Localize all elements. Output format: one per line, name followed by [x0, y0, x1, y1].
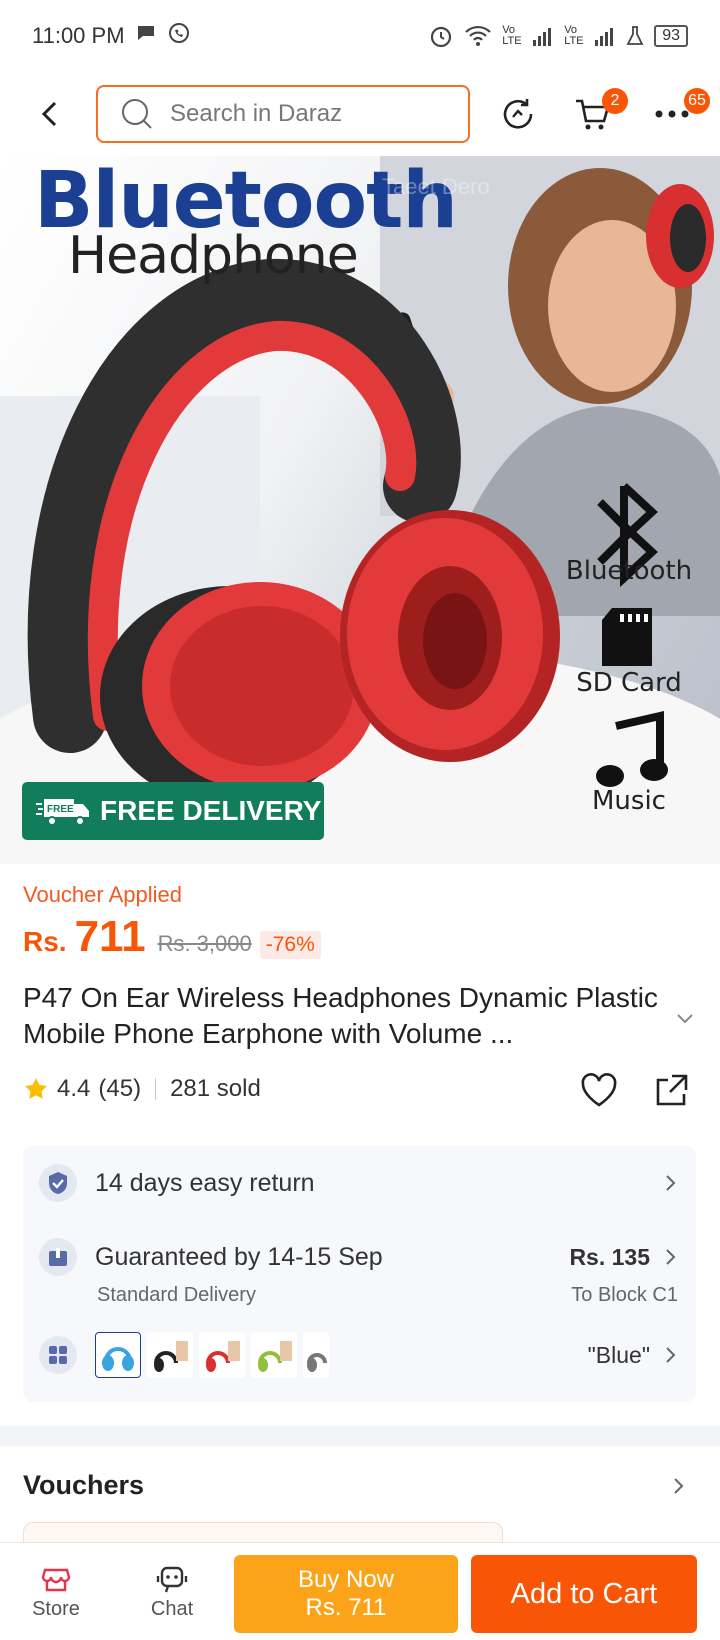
flask-icon	[626, 25, 644, 47]
bottom-action-bar: Store Chat Buy Now Rs. 711 Add to Cart	[0, 1542, 720, 1640]
free-delivery-badge: FREE FREE DELIVERY	[22, 782, 324, 840]
variant-thumb-black[interactable]	[147, 1332, 193, 1378]
status-bar: 11:00 PM Vo LTE Vo LTE 93	[0, 0, 720, 72]
wifi-icon	[464, 24, 492, 48]
back-arrow-icon	[41, 101, 57, 127]
chat-label: Chat	[150, 1597, 194, 1620]
section-divider	[0, 1426, 720, 1446]
chevron-right-icon	[666, 1249, 676, 1265]
variant-thumbnails	[95, 1332, 329, 1378]
search-icon	[122, 99, 152, 129]
return-policy-row[interactable]: 14 days easy return	[23, 1164, 696, 1202]
hero-watermark: Taeet Dero	[382, 174, 490, 199]
discount-badge: -76%	[259, 931, 321, 959]
divider	[155, 1078, 157, 1100]
voucher-card[interactable]	[23, 1522, 503, 1542]
variant-thumb-grey[interactable]	[303, 1332, 329, 1378]
cart-button[interactable]: 2	[568, 88, 628, 138]
more-dots-icon	[655, 110, 689, 118]
store-button[interactable]: Store	[16, 1543, 96, 1640]
alarm-icon	[428, 23, 454, 49]
original-price: Rs. 3,000	[157, 931, 252, 956]
history-icon	[503, 99, 533, 129]
top-navigation: 2 65	[0, 72, 720, 156]
battery-indicator: 93	[654, 25, 688, 47]
cart-badge: 2	[602, 88, 628, 114]
lte-indicator-1: Vo LTE	[502, 24, 522, 47]
price-row: Rs. 711 Rs. 3,000 -76%	[23, 912, 321, 962]
expand-title-chevron-icon[interactable]	[672, 1005, 698, 1031]
chat-button[interactable]: Chat	[132, 1543, 212, 1640]
package-icon	[39, 1238, 77, 1276]
variant-thumb-blue[interactable]	[95, 1332, 141, 1378]
delivery-info-card: 14 days easy return Guaranteed by 14-15 …	[23, 1146, 696, 1402]
selected-variant: "Blue"	[587, 1341, 650, 1368]
share-icon	[656, 1074, 688, 1106]
rating-value: 4.4	[57, 1075, 91, 1102]
review-count: (45)	[98, 1075, 142, 1102]
back-button[interactable]	[30, 94, 70, 134]
product-title[interactable]: P47 On Ear Wireless Headphones Dynamic P…	[23, 980, 663, 1052]
share-button[interactable]	[650, 1070, 692, 1112]
search-bar[interactable]	[96, 85, 470, 143]
shield-check-icon	[39, 1164, 77, 1202]
delivery-guarantee-text: Guaranteed by 14-15 Sep	[95, 1242, 383, 1271]
chevron-right-icon	[666, 1175, 676, 1191]
return-policy-arrow	[664, 1173, 678, 1193]
feature-sdcard-label: SD Card	[576, 668, 682, 698]
delivery-price-block: Rs. 135	[569, 1244, 678, 1271]
variant-thumb-green[interactable]	[251, 1332, 297, 1378]
buy-now-price: Rs. 711	[305, 1594, 387, 1621]
delivery-type: Standard Delivery	[97, 1284, 256, 1306]
free-delivery-label: FREE DELIVERY	[100, 795, 322, 826]
more-badge: 65	[684, 88, 710, 114]
signal-icon-1	[532, 26, 554, 46]
add-to-cart-label: Add to Cart	[510, 1577, 658, 1610]
delivery-truck-icon: FREE	[36, 799, 89, 826]
feature-bluetooth-label: Bluetooth	[565, 556, 693, 586]
chevron-right-icon[interactable]	[672, 1476, 686, 1496]
status-time: 11:00 PM	[32, 23, 125, 48]
heart-icon	[581, 1073, 617, 1107]
store-icon	[41, 1568, 71, 1591]
vouchers-heading[interactable]: Vouchers	[23, 1470, 144, 1501]
message-icon	[135, 22, 157, 50]
star-icon	[25, 1078, 47, 1099]
lte-indicator-2: Vo LTE	[564, 24, 584, 47]
store-label: Store	[32, 1597, 80, 1620]
price-currency: Rs.	[23, 926, 67, 957]
add-to-cart-button[interactable]: Add to Cart	[471, 1555, 697, 1633]
variant-thumb-red[interactable]	[199, 1332, 245, 1378]
voucher-applied-label: Voucher Applied	[23, 882, 183, 907]
whatsapp-icon	[167, 21, 191, 51]
sold-count: 281 sold	[170, 1075, 261, 1102]
more-options-button[interactable]: 65	[648, 88, 710, 138]
return-policy-text: 14 days easy return	[95, 1168, 315, 1197]
wishlist-button[interactable]	[578, 1070, 620, 1112]
signal-icon-2	[594, 26, 616, 46]
hero-subtitle: Headphone	[68, 226, 359, 286]
current-price: 711	[74, 912, 146, 961]
history-button[interactable]	[494, 90, 542, 138]
grid-icon	[39, 1336, 77, 1374]
buy-now-button[interactable]: Buy Now Rs. 711	[234, 1555, 458, 1633]
delivery-price: Rs. 135	[569, 1243, 650, 1270]
rating-row[interactable]: 4.4 (45) 281 sold	[23, 1075, 261, 1103]
chat-agent-icon	[156, 1566, 188, 1592]
feature-music-label: Music	[592, 786, 666, 816]
buy-now-label: Buy Now	[297, 1566, 395, 1593]
product-image-gallery[interactable]: Bluetooth Headphone Taeet Dero Bluetooth…	[0, 156, 720, 864]
delivery-destination: To Block C1	[571, 1284, 678, 1306]
delivery-row[interactable]: Guaranteed by 14-15 Sep Rs. 135	[23, 1238, 696, 1276]
search-input[interactable]	[170, 100, 430, 128]
variant-row[interactable]: "Blue"	[23, 1332, 696, 1378]
free-tag: FREE	[47, 804, 74, 815]
chevron-right-icon	[666, 1347, 676, 1363]
selected-variant-block: "Blue"	[588, 1342, 678, 1369]
